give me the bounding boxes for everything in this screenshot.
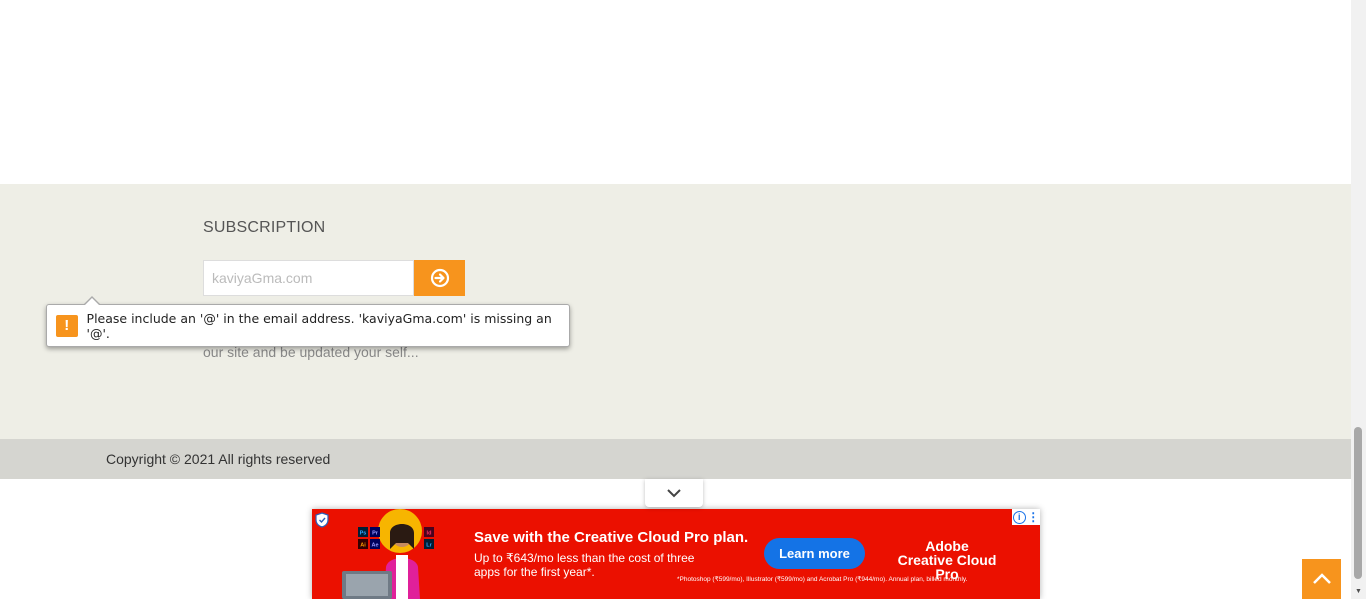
app-tile-label: Pr — [372, 531, 379, 537]
app-tile-label: Lr — [426, 543, 432, 549]
scrollbar-down-arrow-icon[interactable]: ▼ — [1351, 584, 1366, 599]
ad-fineprint: *Photoshop (₹599/mo), Illustrator (₹599/… — [677, 576, 968, 583]
app-tile-label: Id — [427, 531, 432, 537]
scroll-to-top-button[interactable] — [1302, 559, 1341, 599]
ad-choices[interactable]: i ⋮ — [1012, 509, 1040, 525]
copyright-text: Copyright © 2021 All rights reserved — [106, 451, 331, 467]
email-field[interactable] — [203, 260, 414, 296]
app-tile-label: Ai — [360, 543, 366, 549]
ad-brand-top: Adobe — [925, 538, 969, 554]
shield-icon — [315, 512, 329, 528]
footer-bar: Copyright © 2021 All rights reserved — [0, 439, 1351, 479]
app-tile-label: Ps — [360, 531, 367, 537]
email-validation-tooltip: ! Please include an '@' in the email add… — [46, 296, 570, 347]
info-icon[interactable]: i — [1012, 510, 1026, 524]
arrow-circle-right-icon — [430, 268, 449, 288]
page-top-area — [0, 0, 1351, 184]
learn-more-button[interactable]: Learn more — [764, 538, 865, 569]
validation-message: Please include an '@' in the email addre… — [86, 310, 552, 341]
ad-collapse-button[interactable] — [645, 479, 703, 507]
chevron-up-icon — [1312, 573, 1331, 584]
ad-banner[interactable]: Ps Pr Id Ai Ae Lr i ⋮ Save with the Crea… — [312, 509, 1040, 599]
ad-headline: Save with the Creative Cloud Pro plan. — [474, 529, 749, 546]
scrollbar-thumb[interactable] — [1354, 427, 1362, 579]
chevron-down-icon — [667, 489, 681, 498]
app-tile-label: Ae — [371, 543, 378, 549]
ad-illustration: Ps Pr Id Ai Ae Lr — [342, 509, 434, 599]
subscription-title: SUBSCRIPTION — [203, 219, 326, 236]
warning-icon: ! — [56, 314, 78, 337]
subscribe-button[interactable] — [414, 260, 465, 296]
kebab-menu-icon[interactable]: ⋮ — [1027, 511, 1039, 523]
